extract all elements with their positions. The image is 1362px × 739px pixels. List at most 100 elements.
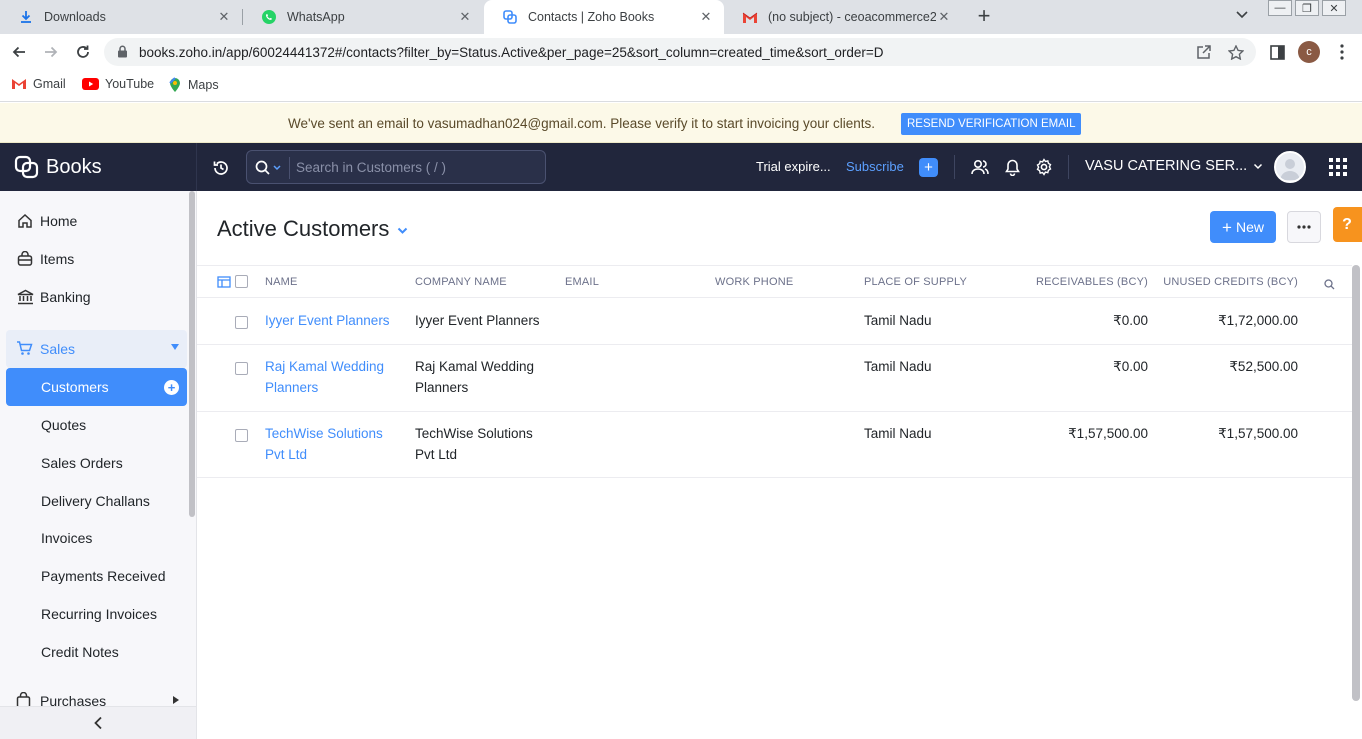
search-icon[interactable] [255,160,281,175]
receivables-cell: ₹0.00 [1113,359,1148,374]
browser-tab-whatsapp[interactable]: WhatsApp ✕ [243,0,483,34]
unused-credits-cell: ₹1,57,500.00 [1218,426,1298,441]
sidebar-item-invoices[interactable]: Invoices [6,519,187,557]
close-icon[interactable]: ✕ [698,9,714,25]
table-row[interactable]: Iyyer Event Planners Iyyer Event Planner… [197,298,1352,345]
minimize-button[interactable]: — [1268,0,1292,16]
address-bar[interactable]: books.zoho.in/app/60024441372#/contacts?… [104,38,1256,66]
browser-tab-downloads[interactable]: Downloads ✕ [0,0,242,34]
browser-tab-gmail[interactable]: (no subject) - ceoacommerce202 ✕ [724,0,962,34]
add-customer-icon[interactable]: + [164,380,179,395]
organization-name: VASU CATERING SER... [1085,158,1248,174]
bookmark-label: YouTube [105,77,155,91]
browser-tab-zoho-books[interactable]: Contacts | Zoho Books ✕ [484,0,724,34]
more-options-button[interactable] [1287,211,1321,243]
subscribe-link[interactable]: Subscribe [846,159,904,174]
profile-avatar[interactable]: c [1298,41,1320,63]
resend-verification-button[interactable]: RESEND VERIFICATION EMAIL [901,113,1082,135]
column-settings-icon[interactable] [217,275,231,293]
sidebar-scrollbar[interactable] [189,191,195,517]
help-button[interactable]: ? [1333,207,1362,242]
bookmark-label: Maps [188,78,219,92]
search-input[interactable]: Search in Customers ( / ) [296,160,446,175]
column-header-place-of-supply[interactable]: PLACE OF SUPPLY [864,276,967,288]
share-icon[interactable] [1196,45,1212,65]
customer-name-link[interactable]: Raj Kamal Wedding Planners [265,357,405,398]
bookmarks-bar: Gmail YouTube Maps [0,70,1362,102]
sidebar-item-recurring-invoices[interactable]: Recurring Invoices [6,595,187,633]
recent-activity-icon[interactable] [212,159,230,182]
sidebar-item-home[interactable]: Home [0,202,187,240]
restore-button[interactable]: ❐ [1295,0,1319,16]
sidebar-section-sales[interactable]: Sales [6,330,187,368]
search-box[interactable]: Search in Customers ( / ) [246,150,546,184]
reload-icon [77,45,89,58]
trial-status[interactable]: Trial expire... [756,159,831,174]
chevron-down-icon [1254,163,1263,169]
close-icon[interactable]: ✕ [457,9,473,25]
table-row[interactable]: Raj Kamal Wedding Planners Raj Kamal Wed… [197,345,1352,412]
user-avatar[interactable] [1274,151,1306,183]
new-customer-button[interactable]: + New [1210,211,1276,243]
organization-switcher[interactable]: VASU CATERING SER... [1085,158,1263,174]
view-selector[interactable]: Active Customers [217,216,408,242]
side-panel-icon[interactable] [1267,42,1287,62]
row-checkbox[interactable] [235,316,248,329]
sidebar-item-customers[interactable]: Customers + [6,368,187,406]
arrow-right-icon [45,46,58,58]
brand-logo[interactable]: Books [14,155,102,179]
column-header-email[interactable]: EMAIL [565,276,599,288]
back-button[interactable] [9,42,29,62]
sidebar-item-credit-notes[interactable]: Credit Notes [6,633,187,671]
window-controls: — ❐ ✕ [1268,0,1349,20]
company-name-cell: TechWise Solutions Pvt Ltd [415,426,533,462]
select-all-checkbox[interactable] [235,275,248,288]
close-window-button[interactable]: ✕ [1322,0,1346,16]
close-icon[interactable]: ✕ [216,9,232,25]
column-header-work-phone[interactable]: WORK PHONE [715,276,793,288]
sidebar-item-items[interactable]: Items [0,240,187,278]
bookmark-maps[interactable]: Maps [168,77,219,93]
sidebar-item-banking[interactable]: Banking [0,278,187,316]
new-tab-button[interactable]: + [974,5,994,29]
receivables-cell: ₹1,57,500.00 [1068,426,1148,441]
customer-name-link[interactable]: Iyyer Event Planners [265,311,405,332]
tab-search-button[interactable] [1236,8,1248,22]
unused-credits-cell: ₹52,500.00 [1229,359,1298,374]
users-icon[interactable] [970,157,990,177]
bookmark-youtube[interactable]: YouTube [82,77,154,91]
app-header: Books Search in Customers ( / ) Trial ex… [0,143,1362,191]
collapse-sidebar-button[interactable] [0,706,196,739]
table-row[interactable]: TechWise Solutions Pvt Ltd TechWise Solu… [197,412,1352,478]
more-vertical-icon[interactable] [1332,42,1352,62]
bookmark-gmail[interactable]: Gmail [11,77,66,91]
gear-icon[interactable] [1034,157,1054,177]
chevron-left-icon [94,716,102,730]
company-name-cell: Iyyer Event Planners [415,313,540,328]
sidebar-item-quotes[interactable]: Quotes [6,406,187,444]
bookmark-star-icon[interactable] [1227,44,1245,65]
place-of-supply-cell: Tamil Nadu [864,313,932,328]
sidebar: Home Items Banking Sales Customers + Quo… [0,191,197,739]
sidebar-item-delivery-challans[interactable]: Delivery Challans [6,482,187,520]
row-checkbox[interactable] [235,429,248,442]
column-header-name[interactable]: NAME [265,276,298,288]
maps-icon [168,77,182,93]
sidebar-item-label: Delivery Challans [41,493,150,509]
customer-name-link[interactable]: TechWise Solutions Pvt Ltd [265,424,405,465]
sidebar-item-sales-orders[interactable]: Sales Orders [6,444,187,482]
search-icon[interactable] [1324,277,1335,295]
column-header-company[interactable]: COMPANY NAME [415,276,507,288]
column-header-receivables[interactable]: RECEIVABLES (BCY) [997,276,1148,288]
main-scrollbar[interactable] [1352,265,1360,701]
reload-button[interactable] [73,42,93,62]
bell-icon[interactable] [1002,157,1022,177]
quick-create-button[interactable]: + [919,158,938,177]
close-icon[interactable]: ✕ [936,9,952,25]
row-checkbox[interactable] [235,362,248,375]
sidebar-item-payments-received[interactable]: Payments Received [6,557,187,595]
search-divider [289,157,290,179]
app-grid-icon[interactable] [1329,158,1347,181]
forward-button[interactable] [41,42,61,62]
column-header-unused-credits[interactable]: UNUSED CREDITS (BCY) [1147,276,1298,288]
